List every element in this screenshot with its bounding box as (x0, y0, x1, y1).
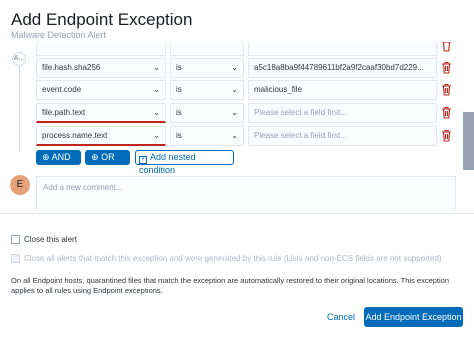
add-nested-condition-button[interactable]: + Add nested condition (135, 150, 234, 175)
field-select[interactable]: process.name.text ⌄ (36, 126, 166, 146)
operator-select-value: is (176, 108, 182, 117)
group-toggle-badge[interactable]: A... (12, 52, 26, 66)
page-subtitle: Malware Detection Alert (11, 30, 107, 40)
chevron-down-icon: ⌄ (231, 108, 238, 117)
close-alert-label: Close this alert (24, 235, 77, 244)
trash-icon[interactable] (441, 129, 452, 142)
operator-select-value: is (176, 85, 182, 94)
avatar: E (10, 175, 30, 195)
flyout-header: Add Endpoint Exception Malware Detection… (0, 0, 474, 42)
trash-icon[interactable] (441, 83, 452, 96)
close-all-alerts-label: Close all alerts that match this excepti… (24, 254, 442, 263)
nested-button-label: Add nested condition (139, 152, 196, 175)
page-title: Add Endpoint Exception (11, 10, 193, 29)
operator-select[interactable]: is ⌄ (170, 80, 244, 100)
field-select[interactable] (36, 42, 166, 56)
group-connector-line (19, 56, 20, 152)
chevron-down-icon: ⌄ (231, 131, 238, 140)
field-select[interactable]: file.hash.sha256 ⌄ (36, 58, 166, 78)
comment-textarea[interactable]: Add a new comment... (36, 176, 456, 210)
restore-info-text: On all Endpoint hosts, quarantined files… (11, 276, 450, 295)
or-button[interactable]: ⊕ OR (85, 150, 130, 165)
chevron-down-icon: ⌄ (153, 131, 160, 140)
field-select-value: file.path.text (42, 108, 86, 117)
trash-icon[interactable] (441, 42, 452, 52)
operator-select[interactable]: is ⌄ (170, 103, 244, 123)
trash-icon[interactable] (441, 106, 452, 119)
section-divider (0, 213, 474, 214)
field-select[interactable]: file.path.text ⌄ (36, 103, 166, 123)
value-input[interactable]: a5c18a8ba9f44789611bf2a9f2caaf30bd7d229.… (248, 58, 437, 78)
plus-circle-icon: ⊕ (42, 152, 50, 162)
scrollbar-thumb[interactable] (463, 112, 474, 170)
chevron-down-icon: ⌄ (231, 63, 238, 72)
chevron-down-icon: ⌄ (153, 108, 160, 117)
close-all-alerts-checkbox[interactable] (11, 254, 20, 263)
operator-select-value: is (176, 63, 182, 72)
chevron-down-icon: ⌄ (231, 85, 238, 94)
field-select-value: process.name.text (42, 131, 108, 140)
chevron-down-icon: ⌄ (153, 85, 160, 94)
field-select-value: file.hash.sha256 (42, 63, 101, 72)
operator-select[interactable]: is ⌄ (170, 58, 244, 78)
chevron-down-icon: ⌄ (153, 63, 160, 72)
operator-select[interactable]: is ⌄ (170, 126, 244, 146)
trash-icon[interactable] (441, 61, 452, 74)
field-select[interactable]: event.code ⌄ (36, 80, 166, 100)
value-input[interactable]: Please select a field first... (248, 126, 437, 146)
plus-circle-icon: ⊕ (91, 152, 99, 162)
operator-select-value: is (176, 131, 182, 140)
exception-builder: A... file.hash.sha256 ⌄ is ⌄ a5c18a8ba9f44… (0, 42, 474, 210)
close-alert-checkbox[interactable] (11, 235, 20, 244)
and-button-label: AND (51, 152, 71, 162)
and-button[interactable]: ⊕ AND (36, 150, 81, 165)
cancel-button[interactable]: Cancel (322, 309, 360, 325)
field-select-value: event.code (42, 85, 82, 94)
value-input[interactable]: malicious_file (248, 80, 437, 100)
value-input[interactable] (248, 42, 437, 56)
value-input[interactable]: Please select a field first... (248, 103, 437, 123)
plus-square-icon: + (139, 156, 147, 164)
or-button-label: OR (101, 152, 115, 162)
add-endpoint-exception-button[interactable]: Add Endpoint Exception (364, 307, 463, 327)
operator-select[interactable] (170, 42, 244, 56)
